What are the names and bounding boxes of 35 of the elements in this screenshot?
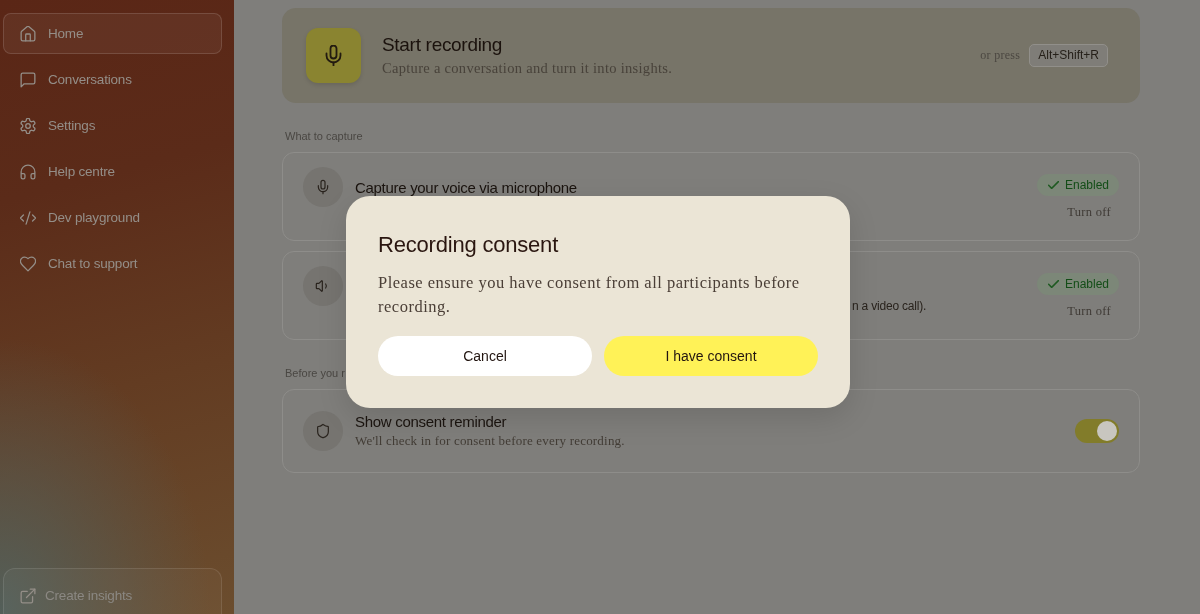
turn-off-link[interactable]: Turn off: [1067, 204, 1119, 220]
setting-title: Capture your voice via microphone: [355, 178, 577, 198]
chat-bubble-icon: [20, 71, 36, 88]
nav-item[interactable]: Chat to support: [3, 243, 222, 284]
status-text: Enabled: [1064, 178, 1109, 192]
heart-icon: [20, 255, 36, 272]
external-link-icon: [20, 587, 36, 604]
shield-icon: [303, 411, 343, 451]
status-text: Enabled: [1064, 277, 1109, 291]
mic-icon: [325, 45, 342, 66]
nav-item[interactable]: Dev playground: [3, 197, 222, 238]
setting-description: We'll check in for consent before every recording.: [355, 432, 625, 450]
check-icon: [1047, 181, 1059, 189]
turn-off-link[interactable]: Turn off: [1067, 303, 1119, 319]
cancel-button[interactable]: Cancel: [378, 336, 592, 376]
headphones-icon: [20, 163, 36, 180]
check-icon: [1047, 280, 1059, 288]
nav-item[interactable]: Settings: [3, 105, 222, 146]
home-icon: [20, 25, 36, 42]
card-title: Start recording: [382, 33, 504, 57]
code-icon: [20, 209, 36, 226]
gear-icon: [20, 117, 36, 134]
nav-item[interactable]: Conversations: [3, 59, 222, 100]
nav-item[interactable]: Home: [3, 13, 222, 54]
setting-title: Show consent reminder: [355, 412, 508, 432]
keyboard-shortcut: Alt+Shift+R: [1029, 44, 1108, 67]
mic-icon: [303, 167, 343, 207]
record-button[interactable]: [306, 28, 361, 83]
speaker-icon: [303, 266, 343, 306]
confirm-button[interactable]: I have consent: [604, 336, 818, 376]
dialog-message: Please ensure you have consent from all participants before recording.: [378, 272, 801, 318]
dialog-title: Recording consent: [378, 231, 560, 259]
nav-item[interactable]: Help centre: [3, 151, 222, 192]
toggle-switch[interactable]: [1075, 419, 1119, 443]
setting-description: n a video call).: [852, 298, 927, 315]
